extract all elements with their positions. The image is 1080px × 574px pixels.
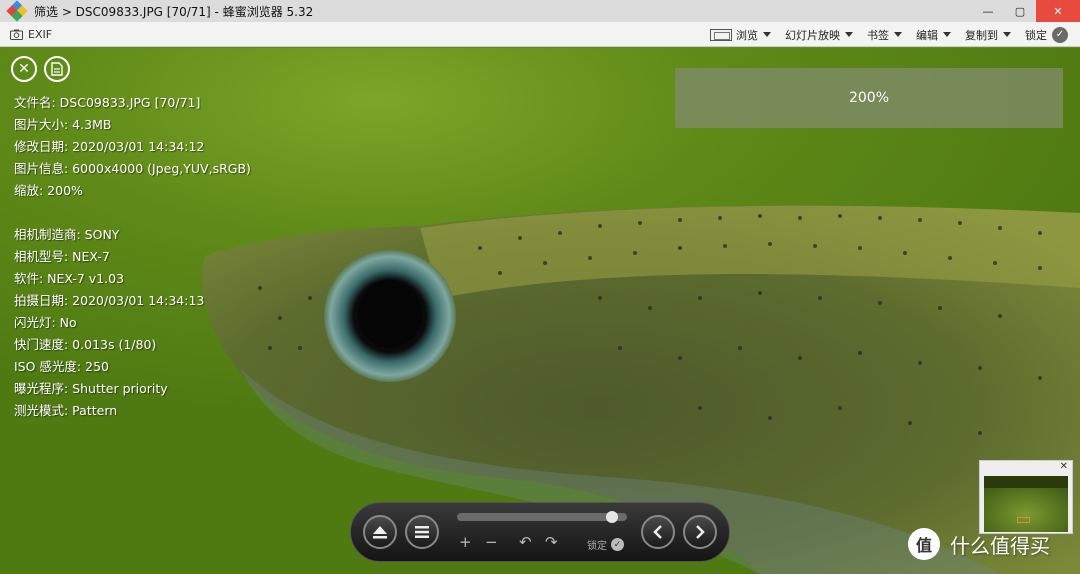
chevron-down-icon (1003, 32, 1011, 37)
bookmark-menu[interactable]: 书签 (867, 27, 902, 43)
lock-toggle[interactable]: 锁定 ✓ (1025, 26, 1068, 43)
chevron-down-icon (894, 32, 902, 37)
check-icon: ✓ (611, 538, 624, 551)
edit-label: 编辑 (916, 28, 938, 42)
navbar-lock-toggle[interactable]: 锁定 ✓ (587, 537, 624, 552)
info-details-button[interactable] (44, 56, 70, 82)
browse-menu[interactable]: 浏览 (710, 27, 771, 43)
minimap-image (984, 488, 1068, 532)
check-icon: ✓ (1052, 26, 1068, 43)
menu-icon (415, 526, 429, 538)
edit-menu[interactable]: 编辑 (916, 27, 951, 43)
info-filename: 文件名: DSC09833.JPG [70/71] (14, 95, 201, 110)
title-bar: 筛选 > DSC09833.JPG [70/71] - 蜂蜜浏览器 5.32 —… (0, 0, 1080, 22)
close-icon: ✕ (18, 61, 30, 77)
info-flash: 闪光灯: No (14, 315, 77, 330)
info-make: 相机制造商: SONY (14, 227, 120, 242)
watermark-badge: 值 (908, 528, 940, 560)
info-shutter: 快门速度: 0.013s (1/80) (14, 337, 157, 352)
eject-icon (373, 526, 387, 539)
exif-info-panel: 文件名: DSC09833.JPG [70/71] 图片大小: 4.3MB 修改… (14, 92, 251, 422)
slideshow-menu[interactable]: 幻灯片放映 (785, 27, 853, 43)
exif-button[interactable]: EXIF (10, 28, 52, 41)
minimize-button[interactable]: — (972, 0, 1004, 22)
info-program: 曝光程序: Shutter priority (14, 381, 168, 396)
lock-label: 锁定 (1025, 28, 1047, 42)
browse-label: 浏览 (736, 28, 758, 42)
filmstrip-icon (710, 28, 732, 41)
document-icon (51, 62, 63, 76)
watermark-text: 什么值得买 (950, 533, 1050, 558)
zoom-level-overlay: 200% (675, 68, 1063, 128)
menu-button[interactable] (405, 515, 439, 549)
info-software: 软件: NEX-7 v1.03 (14, 271, 125, 286)
copyto-label: 复制到 (965, 28, 998, 42)
progress-knob[interactable] (605, 511, 618, 523)
chevron-down-icon (943, 32, 951, 37)
chevron-down-icon (763, 32, 771, 37)
info-zoom: 缩放: 200% (14, 183, 83, 198)
eject-button[interactable] (363, 515, 397, 549)
navigation-bar: + − ↶ ↷ 锁定 ✓ (350, 502, 730, 562)
copyto-menu[interactable]: 复制到 (965, 27, 1011, 43)
info-filesize: 图片大小: 4.3MB (14, 117, 112, 132)
info-modified: 修改日期: 2020/03/01 14:34:12 (14, 139, 205, 154)
bookmark-label: 书签 (867, 28, 889, 42)
info-iso: ISO 感光度: 250 (14, 359, 109, 374)
window-title: 筛选 > DSC09833.JPG [70/71] - 蜂蜜浏览器 5.32 (34, 4, 314, 19)
maximize-button[interactable]: ▢ (1004, 0, 1036, 22)
rotate-right-button[interactable]: ↷ (545, 533, 558, 551)
navigator-minimap[interactable]: ✕ (979, 460, 1073, 534)
minimap-close-button[interactable]: ✕ (1060, 461, 1068, 472)
info-model: 相机型号: NEX-7 (14, 249, 110, 264)
image-viewport[interactable]: ✕ 文件名: DSC09833.JPG [70/71] 图片大小: 4.3MB … (0, 48, 1080, 574)
camera-icon (10, 29, 23, 40)
info-imageinfo: 图片信息: 6000x4000 (Jpeg,YUV,sRGB) (14, 161, 251, 176)
zoom-in-button[interactable]: + (459, 533, 472, 551)
slideshow-label: 幻灯片放映 (785, 28, 840, 42)
previous-image-button[interactable] (641, 515, 675, 549)
rotate-left-button[interactable]: ↶ (519, 533, 532, 551)
close-info-button[interactable]: ✕ (11, 56, 37, 82)
zoom-level-text: 200% (848, 90, 890, 106)
close-window-button[interactable]: ✕ (1036, 0, 1080, 22)
info-shot-date: 拍摄日期: 2020/03/01 14:34:13 (14, 293, 205, 308)
toolbar: EXIF 浏览 幻灯片放映 书签 编辑 复制到 锁定 ✓ (0, 22, 1080, 47)
exif-label: EXIF (28, 27, 53, 41)
chevron-down-icon (845, 32, 853, 37)
navbar-lock-label: 锁定 (587, 541, 607, 552)
watermark: 值 什么值得买 (908, 528, 1050, 560)
minimap-thumbnail (984, 476, 1068, 532)
image-progress-bar[interactable] (457, 511, 627, 523)
chevron-right-icon (696, 525, 705, 539)
info-gap (14, 202, 251, 224)
chevron-left-icon (653, 525, 662, 539)
app-logo-icon (6, 0, 28, 22)
next-image-button[interactable] (683, 515, 717, 549)
minimap-view-rect[interactable] (1017, 517, 1030, 523)
zoom-out-button[interactable]: − (485, 533, 498, 551)
info-metering: 测光模式: Pattern (14, 403, 118, 418)
